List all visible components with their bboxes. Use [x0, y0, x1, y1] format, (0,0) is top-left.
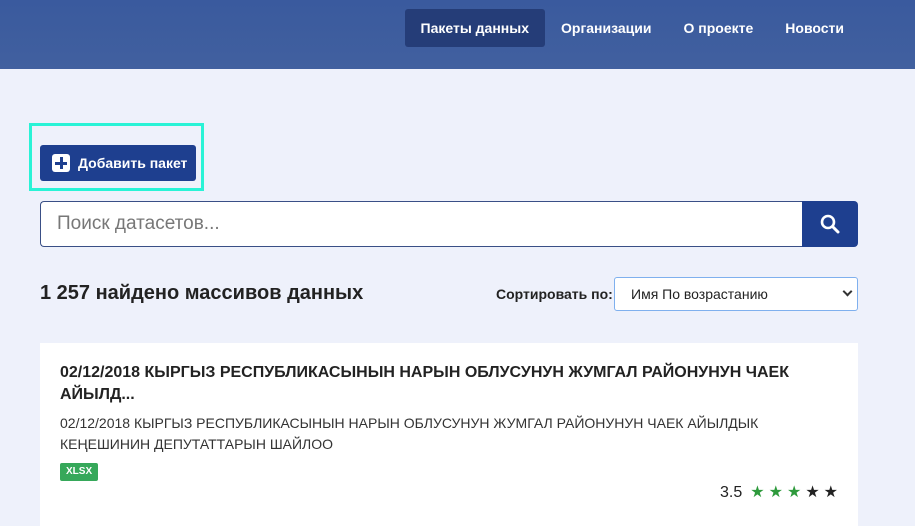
- star-icon: ★: [768, 484, 783, 501]
- nav-item-news[interactable]: Новости: [769, 9, 860, 47]
- nav-item-datasets[interactable]: Пакеты данных: [404, 9, 545, 47]
- dataset-rating: 3.5 ★ ★ ★ ★ ★: [720, 484, 838, 502]
- sort-label: Сортировать по:: [496, 286, 613, 302]
- nav-item-organizations[interactable]: Организации: [545, 9, 668, 47]
- dataset-card: 02/12/2018 КЫРГЫЗ РЕСПУБЛИКАСЫНЫН НАРЫН …: [40, 343, 858, 526]
- star-icon: ★: [750, 484, 765, 501]
- plus-square-icon: [52, 154, 70, 172]
- sort-select[interactable]: Имя По возрастанию: [614, 277, 858, 311]
- search-bar: [40, 201, 858, 247]
- star-icon: ★: [786, 484, 802, 501]
- add-package-button[interactable]: Добавить пакет: [40, 145, 196, 181]
- rating-value: 3.5: [720, 484, 743, 501]
- chevron-down-icon: [842, 286, 853, 297]
- dataset-description: 02/12/2018 КЫРГЫЗ РЕСПУБЛИКАСЫНЫН НАРЫН …: [60, 415, 759, 452]
- header-bar: Пакеты данных Организации О проекте Ново…: [0, 0, 915, 69]
- dataset-title[interactable]: 02/12/2018 КЫРГЫЗ РЕСПУБЛИКАСЫНЫН НАРЫН …: [60, 362, 800, 406]
- main-nav: Пакеты данных Организации О проекте Ново…: [404, 9, 861, 47]
- star-icon: ★: [823, 484, 838, 501]
- sort-selected-value: Имя По возрастанию: [631, 286, 768, 302]
- nav-item-about[interactable]: О проекте: [668, 9, 770, 47]
- search-icon: [820, 214, 840, 234]
- search-input[interactable]: [40, 201, 802, 247]
- search-button[interactable]: [802, 201, 858, 247]
- star-icon: ★: [805, 484, 820, 501]
- add-package-label: Добавить пакет: [78, 155, 188, 171]
- format-badge[interactable]: XLSX: [60, 463, 99, 481]
- results-count: 1 257 найдено массивов данных: [40, 282, 364, 304]
